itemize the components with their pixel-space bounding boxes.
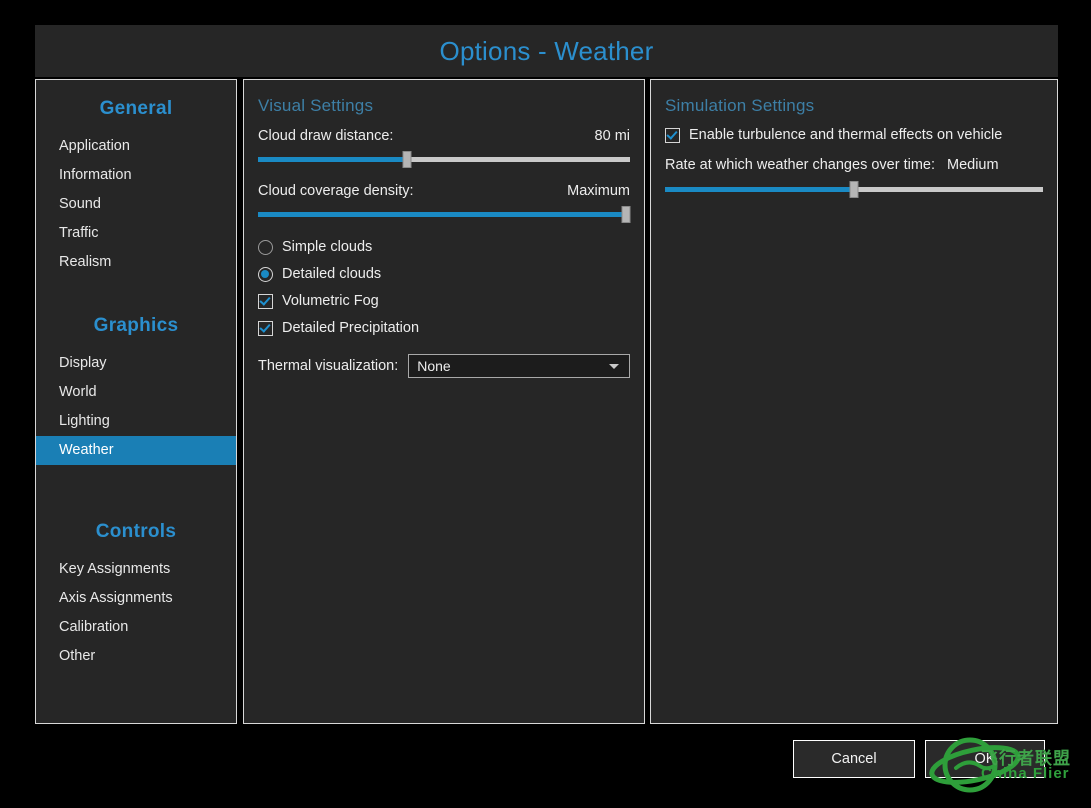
weather-rate-label: Rate at which weather changes over time: xyxy=(665,157,935,173)
radio-icon-unselected[interactable] xyxy=(258,240,273,255)
visual-settings-panel: Visual Settings Cloud draw distance: 80 … xyxy=(243,79,645,724)
radio-icon-selected[interactable] xyxy=(258,267,273,282)
checkbox-volumetric-fog-label: Volumetric Fog xyxy=(282,293,379,309)
slider-thumb[interactable] xyxy=(849,181,859,198)
slider-fill xyxy=(665,187,854,192)
sidebar-item-realism[interactable]: Realism xyxy=(36,248,236,277)
cloud-draw-distance-slider[interactable] xyxy=(258,151,630,168)
slider-thumb[interactable] xyxy=(621,206,631,223)
sidebar-item-calibration[interactable]: Calibration xyxy=(36,613,236,642)
cloud-coverage-density-label: Cloud coverage density: xyxy=(258,183,414,199)
slider-fill xyxy=(258,212,627,217)
checkbox-enable-turbulence-label: Enable turbulence and thermal effects on… xyxy=(689,127,1003,143)
sidebar-item-traffic[interactable]: Traffic xyxy=(36,219,236,248)
cloud-draw-distance-label: Cloud draw distance: xyxy=(258,128,394,144)
visual-settings-heading: Visual Settings xyxy=(258,96,374,115)
cloud-draw-distance-row: Cloud draw distance: 80 mi xyxy=(258,128,630,144)
sidebar-group-title-graphics: Graphics xyxy=(93,315,179,336)
sidebar-item-weather[interactable]: Weather xyxy=(36,436,236,465)
thermal-visualization-value: None xyxy=(417,358,451,374)
window-title-bar: Options - Weather xyxy=(35,25,1058,77)
weather-rate-slider[interactable] xyxy=(665,181,1043,198)
thermal-visualization-label: Thermal visualization: xyxy=(258,358,399,374)
radio-detailed-clouds-label: Detailed clouds xyxy=(282,266,382,282)
radio-simple-clouds-label: Simple clouds xyxy=(282,239,373,255)
sidebar-item-axis-assignments[interactable]: Axis Assignments xyxy=(36,584,236,613)
sidebar-group-title-general: General xyxy=(99,98,173,119)
cloud-coverage-density-slider[interactable] xyxy=(258,206,631,223)
sidebar-item-information[interactable]: Information xyxy=(36,161,236,190)
checkbox-volumetric-fog[interactable]: Volumetric Fog xyxy=(258,294,630,309)
cloud-coverage-density-value: Maximum xyxy=(567,183,630,199)
sidebar-item-sound[interactable]: Sound xyxy=(36,190,236,219)
thermal-visualization-select[interactable]: None xyxy=(408,354,630,378)
checkmark-icon[interactable] xyxy=(258,294,273,309)
page-title: Options - Weather xyxy=(439,35,654,66)
slider-fill xyxy=(258,157,407,162)
radio-simple-clouds[interactable]: Simple clouds xyxy=(258,240,630,255)
checkbox-enable-turbulence[interactable]: Enable turbulence and thermal effects on… xyxy=(665,128,1043,143)
checkmark-icon[interactable] xyxy=(665,128,680,143)
checkbox-detailed-precipitation-label: Detailed Precipitation xyxy=(282,320,420,336)
cancel-button[interactable]: Cancel xyxy=(793,740,915,778)
chevron-down-icon xyxy=(609,363,619,369)
sidebar-panel: General Application Information Sound Tr… xyxy=(35,79,237,724)
cloud-draw-distance-value: 80 mi xyxy=(594,128,630,144)
checkbox-detailed-precipitation[interactable]: Detailed Precipitation xyxy=(258,321,630,336)
sidebar-item-display[interactable]: Display xyxy=(36,349,236,378)
sidebar-list: General Application Information Sound Tr… xyxy=(36,80,236,671)
weather-rate-row: Rate at which weather changes over time:… xyxy=(665,157,1043,173)
sidebar-group-title-controls: Controls xyxy=(95,521,177,542)
sidebar-item-other[interactable]: Other xyxy=(36,642,236,671)
slider-thumb[interactable] xyxy=(402,151,412,168)
ok-button[interactable]: OK xyxy=(925,740,1045,778)
weather-rate-value: Medium xyxy=(947,157,999,173)
simulation-settings-panel: Simulation Settings Enable turbulence an… xyxy=(650,79,1058,724)
checkmark-icon[interactable] xyxy=(258,321,273,336)
sidebar-item-key-assignments[interactable]: Key Assignments xyxy=(36,555,236,584)
radio-detailed-clouds[interactable]: Detailed clouds xyxy=(258,267,630,282)
sidebar-item-application[interactable]: Application xyxy=(36,132,236,161)
thermal-visualization-row: Thermal visualization: None xyxy=(258,354,630,378)
sidebar-item-lighting[interactable]: Lighting xyxy=(36,407,236,436)
sidebar-item-world[interactable]: World xyxy=(36,378,236,407)
simulation-settings-heading: Simulation Settings xyxy=(665,96,815,115)
cloud-coverage-density-row: Cloud coverage density: Maximum xyxy=(258,183,630,199)
